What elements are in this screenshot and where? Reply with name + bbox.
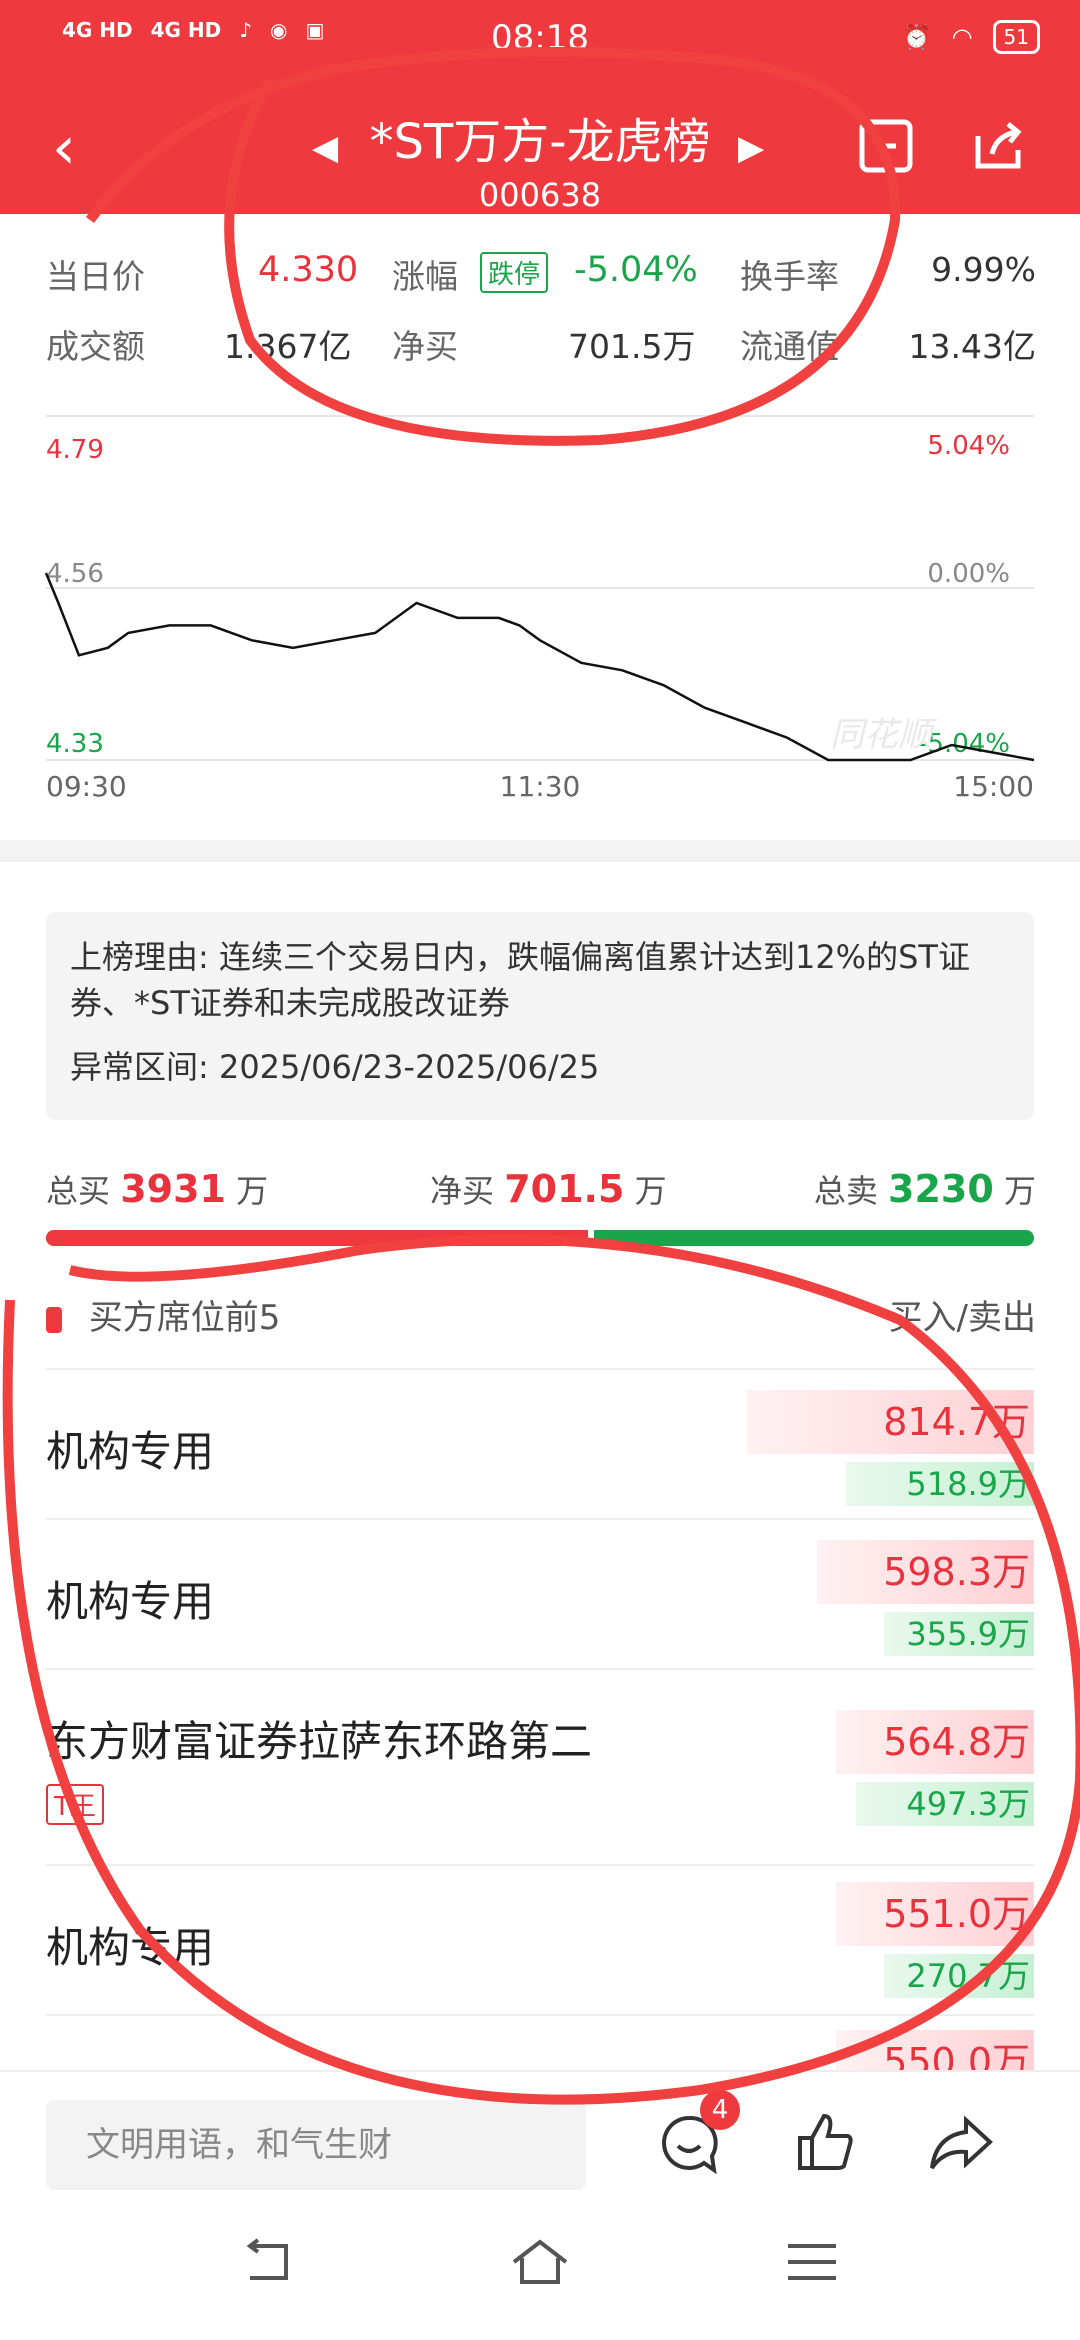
notification-badge: 4	[700, 2090, 740, 2130]
change-value: -5.04%	[574, 250, 698, 290]
watermark: 同花顺	[830, 715, 938, 755]
turnover-label: 换手率	[740, 257, 839, 296]
bottom-bar: 文明用语，和气生财 4	[0, 2070, 1080, 2340]
turnover-value: 9.99%	[931, 250, 1036, 289]
netbuy-label: 净买	[392, 327, 458, 366]
seat-name: 机构专用	[46, 1923, 215, 1972]
buyer-seats-header: 买方席位前5 买入/卖出	[46, 1290, 1036, 1350]
buy-sell-ratio-bar	[46, 1230, 1034, 1246]
ratio-gap	[588, 1230, 595, 1246]
alarm-icon: ⏰	[901, 23, 932, 51]
y-tick-label: 4.56	[46, 559, 104, 589]
amount-value: 1.367亿	[224, 327, 352, 366]
wifi-icon: ◠	[951, 23, 973, 51]
status-bar: 4G HD 4G HD ♪ ◉ ▣ 08:18 ⏰ ◠ 51	[0, 0, 1080, 80]
total-sell-label: 总卖	[813, 1172, 878, 1210]
seat-buy-value: 598.3万	[816, 1540, 1034, 1604]
unit: 万	[236, 1172, 269, 1210]
abnormal-range: 异常区间: 2025/06/23-2025/06/25	[70, 1048, 600, 1086]
x-tick-label: 15:00	[953, 770, 1034, 803]
seat-buy-value: 564.8万	[836, 1710, 1034, 1774]
seat-row[interactable]: 机构专用 814.7万 518.9万	[46, 1368, 1034, 1518]
seat-sell-value: 355.9万	[884, 1612, 1034, 1656]
total-buy-label: 总买	[46, 1172, 111, 1210]
forward-icon[interactable]	[926, 2108, 996, 2178]
change-label: 涨幅	[392, 257, 458, 296]
seat-row[interactable]: 东方财富证券拉萨东环路第二 T王 564.8万 497.3万	[46, 1668, 1034, 1864]
seat-row[interactable]: 机构专用 551.0万 270.7万	[46, 1864, 1034, 2014]
stock-stats: 当日价 4.330 涨幅 跌停 -5.04% 换手率 9.99% 成交额 1.3…	[46, 250, 1036, 390]
seat-name: 机构专用	[46, 1577, 215, 1626]
seat-badge: T王	[46, 1784, 104, 1825]
total-buy: 总买 3931 万	[46, 1166, 268, 1212]
seat-sell-value: 518.9万	[846, 1462, 1034, 1506]
limit-down-badge: 跌停	[480, 252, 549, 293]
price-value: 4.330	[258, 250, 359, 290]
seat-sell-value: 270.7万	[884, 1954, 1034, 1998]
total-net-label: 净买	[430, 1172, 495, 1210]
status-right-icons: ⏰ ◠ 51	[902, 20, 1040, 54]
amount-label: 成交额	[46, 327, 145, 366]
app-header: ‹ ◀ *ST万方-龙虎榜 000638 ▶	[0, 80, 1080, 214]
section-right-label: 买入/卖出	[888, 1298, 1036, 1338]
total-sell-value: 3230	[888, 1167, 994, 1211]
x-tick-label: 11:30	[500, 770, 581, 803]
seat-row[interactable]: 机构专用 598.3万 355.9万	[46, 1518, 1034, 1668]
unit: 万	[1003, 1172, 1036, 1210]
float-value: 13.43亿	[908, 327, 1036, 366]
seat-buy-value: 814.7万	[747, 1390, 1034, 1454]
seat-name: 机构专用	[46, 1427, 215, 1476]
nav-home-icon[interactable]	[510, 2232, 570, 2292]
next-stock-icon[interactable]: ▶	[738, 128, 764, 168]
totals-row: 总买 3931 万 净买 701.5 万 总卖 3230 万	[46, 1158, 1036, 1218]
seat-name: 东方财富证券拉萨东环路第二	[46, 1717, 593, 1766]
listing-reason-card: 上榜理由: 连续三个交易日内，跌幅偏离值累计达到12%的ST证券、*ST证券和未…	[46, 912, 1034, 1120]
seat-buy-value: 551.0万	[836, 1882, 1034, 1946]
page-title: *ST万方-龙虎榜	[369, 114, 711, 170]
y-tick-label: 4.79	[46, 435, 104, 465]
battery-icon: 51	[992, 20, 1040, 54]
float-label: 流通值	[740, 327, 839, 366]
nav-back-icon[interactable]	[238, 2232, 298, 2292]
netbuy-value: 701.5万	[568, 327, 696, 366]
buyer-seat-list: 机构专用 814.7万 518.9万 机构专用 598.3万 355.9万 东方…	[0, 1368, 1080, 2094]
total-net-value: 701.5	[504, 1167, 625, 1211]
like-icon[interactable]	[790, 2108, 860, 2178]
section-marker-icon	[46, 1306, 62, 1333]
buy-ratio-fill	[46, 1230, 589, 1246]
x-tick-label: 09:30	[46, 770, 127, 803]
share-icon[interactable]	[968, 116, 1028, 176]
total-sell: 总卖 3230 万	[814, 1166, 1036, 1212]
reason-text: 上榜理由: 连续三个交易日内，跌幅偏离值累计达到12%的ST证券、*ST证券和未…	[70, 938, 970, 1022]
price-label: 当日价	[46, 257, 145, 296]
total-buy-value: 3931	[120, 1167, 226, 1211]
section-title: 买方席位前5	[88, 1298, 281, 1338]
comment-input[interactable]: 文明用语，和气生财	[46, 2100, 586, 2190]
nav-menu-icon[interactable]	[782, 2232, 842, 2292]
y-tick-label: 4.33	[46, 729, 104, 759]
seat-row[interactable]: 550.0万	[46, 2014, 1034, 2094]
section-divider	[0, 840, 1080, 862]
stock-code: 000638	[478, 176, 602, 214]
intraday-chart[interactable]: 4.79 4.56 4.33 5.04% 0.00% -5.04% 同花顺 09…	[0, 410, 1080, 810]
bookmark-icon[interactable]	[856, 116, 916, 176]
total-net: 净买 701.5 万	[430, 1166, 667, 1212]
unit: 万	[634, 1172, 667, 1210]
y-tick-label-right: 0.00%	[927, 559, 1010, 589]
y-tick-label-right: 5.04%	[927, 431, 1010, 461]
seat-sell-value: 497.3万	[856, 1782, 1034, 1826]
